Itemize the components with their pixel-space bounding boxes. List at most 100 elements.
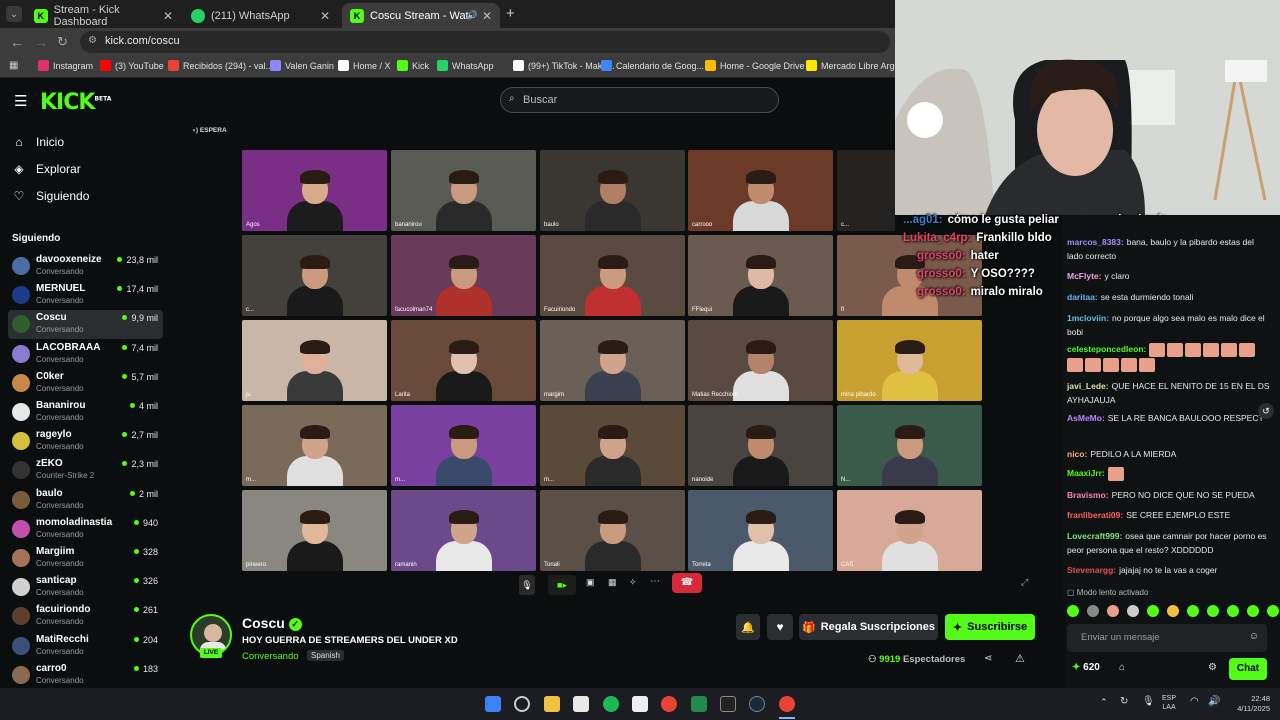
search-input[interactable]: ⌕ Buscar (500, 87, 779, 113)
chat-username[interactable]: 1mcloviin: (1067, 313, 1109, 323)
site-info-icon[interactable]: ⚙ (88, 35, 97, 46)
report-warning-icon[interactable]: ⚠ (1015, 652, 1025, 665)
participant-tile[interactable]: Torreta (688, 490, 833, 571)
settings-app-icon[interactable] (514, 696, 530, 712)
chat-username[interactable]: franliberati09: (1067, 510, 1123, 520)
quick-emote-icon[interactable] (1127, 605, 1139, 617)
hangup-button[interactable]: ☎ (672, 573, 702, 593)
share-screen-icon[interactable]: ▣ (586, 577, 595, 588)
participant-tile[interactable]: m... (242, 405, 387, 486)
chat-username[interactable]: McFlyte: (1067, 271, 1101, 281)
store-app-icon[interactable] (573, 696, 589, 712)
chevron-up-icon[interactable]: ⌃ (1100, 697, 1108, 708)
emoji-icon[interactable]: ☺ (1249, 631, 1259, 642)
quick-emote-icon[interactable] (1227, 605, 1239, 617)
chat-username[interactable]: MaaxiJrr: (1067, 468, 1105, 478)
follow-heart-button[interactable]: ♥ (767, 614, 793, 640)
participant-tile[interactable]: Facuiriondo (540, 235, 685, 316)
following-item-matirecchi[interactable]: MatiRecchi Conversando 204 (8, 632, 163, 661)
bookmark-0[interactable]: Instagram (38, 60, 93, 71)
mic-button[interactable]: 🎙 (519, 575, 535, 595)
participant-tile[interactable]: Tonali (540, 490, 685, 571)
more-icon[interactable]: ⋯ (650, 576, 660, 587)
wifi-icon[interactable]: ◠ (1190, 696, 1199, 707)
sync-icon[interactable]: ↻ (1120, 696, 1128, 707)
participant-tile[interactable]: ramanin (391, 490, 536, 571)
following-item-davooxeneize[interactable]: davooxeneize Conversando 23,8 mil (8, 252, 163, 281)
menu-icon[interactable]: ☰ (14, 92, 27, 110)
notification-bell-button[interactable]: 🔔 (736, 614, 760, 640)
grid-view-icon[interactable]: ▦ (608, 577, 617, 588)
bookmark-4[interactable]: Home / X (338, 60, 391, 71)
chrome-icon[interactable] (661, 696, 677, 712)
new-tab-button[interactable]: + (506, 5, 515, 22)
quick-emote-icon[interactable] (1187, 605, 1199, 617)
windows-start-icon[interactable] (485, 696, 501, 712)
participant-tile[interactable]: m... (540, 405, 685, 486)
speaker-icon[interactable]: 🔊 (467, 10, 478, 21)
participant-tile[interactable]: facucolman74 (391, 235, 536, 316)
nav-explorar[interactable]: ◈ Explorar (12, 162, 80, 176)
epic-games-icon[interactable] (720, 696, 736, 712)
following-item-margiim[interactable]: Margiim Conversando 328 (8, 544, 163, 573)
store-icon[interactable]: ⌂ (1119, 662, 1125, 673)
participant-tile[interactable]: CAS (837, 490, 982, 571)
following-item-bananirou[interactable]: Bananirou Conversando 4 mil (8, 398, 163, 427)
forward-arrow-icon[interactable]: → (34, 34, 48, 50)
share-icon[interactable]: ⋖ (984, 653, 992, 664)
following-item-momoladinastia[interactable]: momoladinastia Conversando 940 (8, 515, 163, 544)
participant-tile[interactable]: ju (242, 320, 387, 401)
fullscreen-icon[interactable]: ⤢ (1021, 577, 1028, 588)
language-tag[interactable]: Spanish (307, 650, 344, 661)
bookmark-7[interactable]: (99+) TikTok - Make... (513, 60, 615, 71)
bookmark-8[interactable]: Calendario de Goog... (601, 60, 704, 71)
stream-category[interactable]: Conversando (242, 651, 299, 662)
close-icon[interactable]: ✕ (320, 9, 330, 23)
bookmark-3[interactable]: Valen Ganin (270, 60, 334, 71)
participant-tile[interactable]: bananirou (391, 150, 536, 231)
input-language[interactable]: ESP LAA (1162, 694, 1176, 712)
quick-emote-icon[interactable] (1147, 605, 1159, 617)
chat-username[interactable]: AsMeMo: (1067, 413, 1105, 423)
tab-kick-dashboard[interactable]: K Stream - Kick Dashboard ✕ (26, 3, 181, 28)
participant-tile[interactable]: Agos (242, 150, 387, 231)
participant-tile[interactable]: mina pibardo (837, 320, 982, 401)
chat-username[interactable]: marcos_8383: (1067, 237, 1124, 247)
following-item-mernuel[interactable]: MERNUEL Conversando 17,4 mil (8, 281, 163, 310)
participant-tile[interactable]: FFlequi (688, 235, 833, 316)
chat-username[interactable]: Bravismo: (1067, 490, 1109, 500)
following-item-santicap[interactable]: santicap Conversando 326 (8, 573, 163, 602)
chat-username[interactable]: celesteponcedleon: (1067, 344, 1146, 354)
volume-icon[interactable]: 🔊 (1208, 696, 1220, 707)
nav-siguiendo[interactable]: ♡ Siguiendo (12, 189, 90, 203)
chrome-active-icon[interactable] (779, 696, 795, 712)
quick-emote-icon[interactable] (1247, 605, 1259, 617)
capcut-icon[interactable] (632, 696, 648, 712)
microphone-icon[interactable]: 🎙 (1142, 696, 1155, 707)
following-item-rageylo[interactable]: rageylo Conversando 2,7 mil (8, 427, 163, 456)
quick-emote-icon[interactable] (1207, 605, 1219, 617)
quick-emote-icon[interactable] (1087, 605, 1099, 617)
participant-tile[interactable]: c... (837, 150, 895, 231)
participant-tile[interactable]: c... (242, 235, 387, 316)
scroll-down-button[interactable]: ↺ (1258, 403, 1274, 419)
participant-tile[interactable]: N... (837, 405, 982, 486)
chat-username[interactable]: Stevenargg: (1067, 565, 1116, 575)
participant-tile[interactable]: Larita (391, 320, 536, 401)
following-item-coscu[interactable]: Coscu Conversando 9,9 mil (8, 310, 163, 340)
participant-tile[interactable]: Matias Recchioni (688, 320, 833, 401)
chat-username[interactable]: nico: (1067, 449, 1087, 459)
excel-icon[interactable] (691, 696, 707, 712)
camera-button[interactable]: ■▸ (548, 575, 576, 595)
clock[interactable]: 22:48 4/11/2025 (1228, 694, 1270, 714)
file-explorer-icon[interactable] (544, 696, 560, 712)
quick-emote-icon[interactable] (1167, 605, 1179, 617)
close-icon[interactable]: ✕ (482, 9, 492, 23)
quick-emote-icon[interactable] (1107, 605, 1119, 617)
channel-points[interactable]: ✦ 620 (1072, 662, 1100, 673)
chat-username[interactable]: Lovecraft999: (1067, 531, 1122, 541)
tab-search-button[interactable]: ⌄ (6, 6, 22, 22)
bookmark-1[interactable]: (3) YouTube (100, 60, 164, 71)
participant-tile[interactable]: margim (540, 320, 685, 401)
following-item-baulo[interactable]: baulo Conversando 2 mil (8, 486, 163, 515)
